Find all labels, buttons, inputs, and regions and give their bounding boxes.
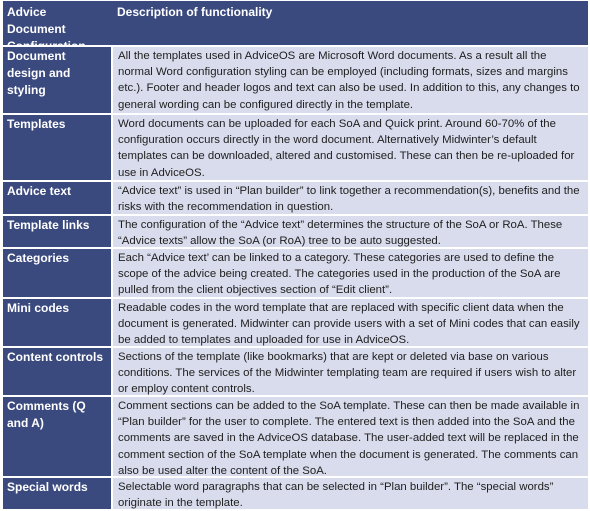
table-row: Special words Selectable word paragraphs…	[3, 476, 588, 509]
row-description: Selectable word paragraphs that can be s…	[111, 478, 588, 509]
header-config-column: Advice Document Configuration	[3, 1, 111, 53]
row-label: Categories	[3, 249, 111, 297]
table-row: Templates Word documents can be uploaded…	[3, 113, 588, 180]
row-label: Content controls	[3, 348, 111, 395]
row-label: Advice text	[3, 182, 111, 214]
row-label: Template links	[3, 216, 111, 247]
header-description-column: Description of functionality	[111, 1, 588, 45]
table-row: Document design and styling All the temp…	[3, 45, 588, 113]
table-row: Content controls Sections of the templat…	[3, 346, 588, 395]
row-label: Special words	[3, 478, 111, 509]
row-label: Mini codes	[3, 299, 111, 346]
row-label: Templates	[3, 115, 111, 180]
table-header: Advice Document Configuration Descriptio…	[3, 1, 588, 53]
row-description: All the templates used in AdviceOS are M…	[111, 47, 588, 113]
row-label: Comments (Q and A)	[3, 397, 111, 476]
table-row: Advice text “Advice text” is used in “Pl…	[3, 180, 588, 214]
row-description: Sections of the template (like bookmarks…	[111, 348, 588, 395]
row-description: Readable codes in the word template that…	[111, 299, 588, 346]
table-row: Categories Each “Advice text’ can be lin…	[3, 247, 588, 297]
row-description: Each “Advice text’ can be linked to a ca…	[111, 249, 588, 297]
configuration-table: Advice Document Configuration Descriptio…	[3, 1, 588, 509]
table-row: Mini codes Readable codes in the word te…	[3, 297, 588, 346]
row-description: The configuration of the “Advice text” d…	[111, 216, 588, 247]
table-row: Template links The configuration of the …	[3, 214, 588, 247]
row-label: Document design and styling	[3, 47, 111, 113]
row-description: Word documents can be uploaded for each …	[111, 115, 588, 180]
table-row: Comments (Q and A) Comment sections can …	[3, 395, 588, 477]
row-description: Comment sections can be added to the SoA…	[111, 397, 588, 477]
row-description: “Advice text” is used in “Plan builder” …	[111, 182, 588, 214]
